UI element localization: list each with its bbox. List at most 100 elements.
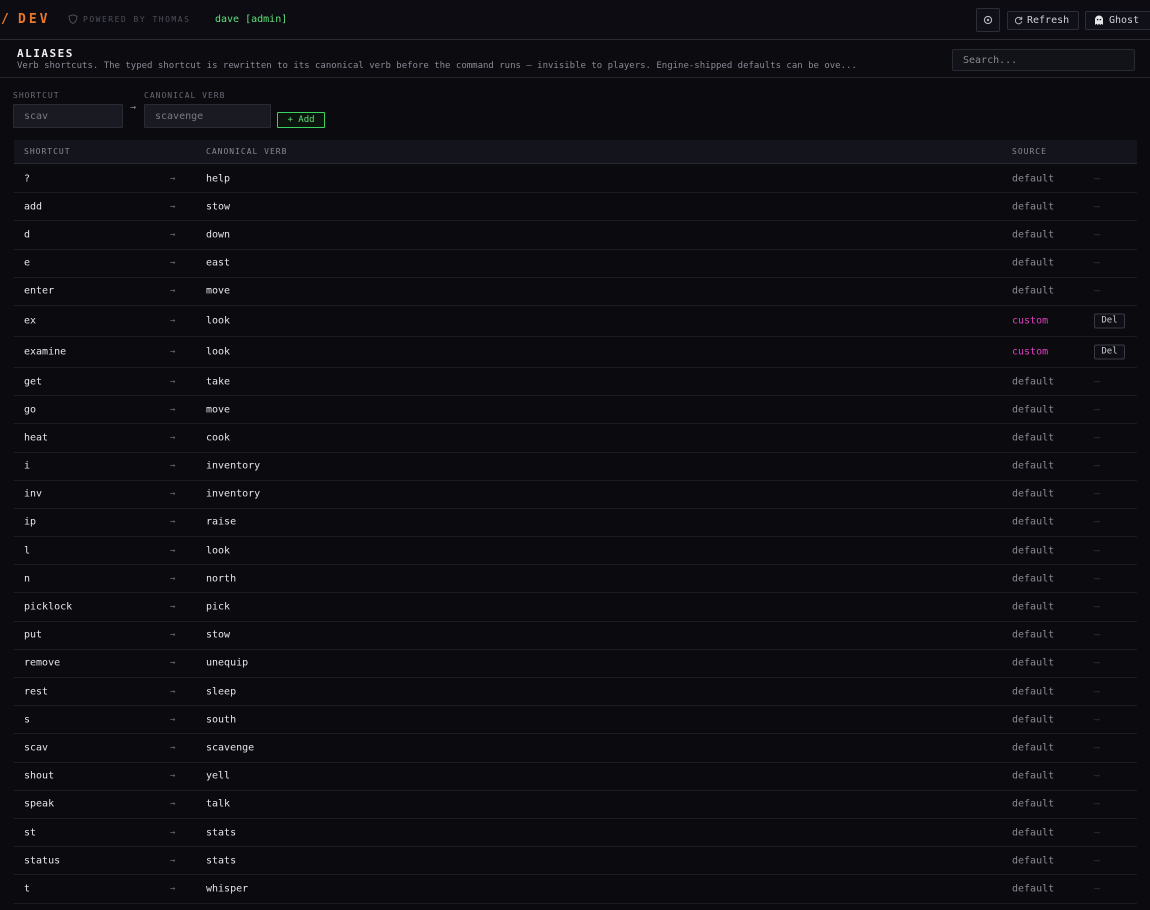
row-no-action: — xyxy=(1094,173,1101,185)
alias-table-body: ? → help default — add → stow default — d → down defa… xyxy=(14,165,1137,904)
row-verb: move xyxy=(206,404,231,416)
table-row: scav → scavenge default — xyxy=(14,734,1137,763)
row-verb: cook xyxy=(206,432,231,444)
row-source: default xyxy=(1012,460,1055,472)
row-shortcut: scav xyxy=(24,742,49,754)
current-user: dave [admin] xyxy=(215,14,288,25)
row-no-action: — xyxy=(1094,742,1101,754)
row-shortcut: st xyxy=(24,827,37,839)
row-shortcut: status xyxy=(24,855,61,867)
table-row: speak → talk default — xyxy=(14,791,1137,819)
row-verb: stow xyxy=(206,629,231,641)
row-verb: whisper xyxy=(206,883,249,895)
row-source: custom xyxy=(1012,346,1049,358)
row-verb: raise xyxy=(206,516,237,528)
row-no-action: — xyxy=(1094,629,1101,641)
row-shortcut: picklock xyxy=(24,601,73,613)
row-verb: move xyxy=(206,285,231,297)
refresh-label: Refresh xyxy=(1027,15,1070,26)
row-source: default xyxy=(1012,229,1055,241)
row-shortcut: speak xyxy=(24,798,55,810)
row-source: default xyxy=(1012,545,1055,557)
row-shortcut: ex xyxy=(24,315,37,327)
row-arrow-icon: → xyxy=(170,404,176,415)
column-verb: CANONICAL VERB xyxy=(206,147,288,156)
row-no-action: — xyxy=(1094,376,1101,388)
row-shortcut: heat xyxy=(24,432,49,444)
row-arrow-icon: → xyxy=(170,286,176,297)
table-header: SHORTCUT CANONICAL VERB SOURCE xyxy=(14,140,1137,164)
table-row: go → move default — xyxy=(14,396,1137,425)
row-verb: help xyxy=(206,173,231,185)
row-source: default xyxy=(1012,770,1055,782)
row-shortcut: t xyxy=(24,883,31,895)
table-row: rest → sleep default — xyxy=(14,678,1137,707)
row-verb: scavenge xyxy=(206,742,255,754)
row-verb: stats xyxy=(206,855,237,867)
table-row: ? → help default — xyxy=(14,165,1137,194)
row-arrow-icon: → xyxy=(170,461,176,472)
row-shortcut: l xyxy=(24,545,31,557)
row-arrow-icon: → xyxy=(170,714,176,725)
table-row: e → east default — xyxy=(14,250,1137,278)
row-arrow-icon: → xyxy=(170,686,176,697)
row-source: default xyxy=(1012,285,1055,297)
table-row: ip → raise default — xyxy=(14,509,1137,538)
table-row: n → north default — xyxy=(14,565,1137,594)
ghost-button[interactable]: Ghost xyxy=(1085,11,1150,30)
row-shortcut: rest xyxy=(24,686,49,698)
row-shortcut: remove xyxy=(24,657,61,669)
refresh-button[interactable]: Refresh xyxy=(1007,11,1079,30)
table-row: st → stats default — xyxy=(14,819,1137,848)
add-alias-button[interactable]: + Add xyxy=(277,112,325,128)
row-arrow-icon: → xyxy=(170,229,176,240)
row-source: default xyxy=(1012,488,1055,500)
search-input[interactable] xyxy=(952,49,1135,71)
settings-button[interactable] xyxy=(976,8,1000,32)
row-shortcut: e xyxy=(24,257,31,269)
verb-input[interactable] xyxy=(144,104,271,128)
row-source: default xyxy=(1012,601,1055,613)
shortcut-input[interactable] xyxy=(13,104,123,128)
row-arrow-icon: → xyxy=(170,799,176,810)
gear-icon xyxy=(983,15,993,25)
row-source: default xyxy=(1012,404,1055,416)
row-source: default xyxy=(1012,573,1055,585)
row-no-action: — xyxy=(1094,545,1101,557)
row-verb: look xyxy=(206,346,231,358)
row-no-action: — xyxy=(1094,229,1101,241)
page-header: ALIASES Verb shortcuts. The typed shortc… xyxy=(0,41,1150,78)
row-source: default xyxy=(1012,173,1055,185)
row-arrow-icon: → xyxy=(170,827,176,838)
row-no-action: — xyxy=(1094,601,1101,613)
row-arrow-icon: → xyxy=(170,742,176,753)
row-arrow-icon: → xyxy=(170,573,176,584)
row-no-action: — xyxy=(1094,573,1101,585)
row-source: default xyxy=(1012,883,1055,895)
brand-title: DEV xyxy=(18,12,51,27)
table-row: i → inventory default — xyxy=(14,453,1137,481)
row-verb: south xyxy=(206,714,237,726)
row-shortcut: s xyxy=(24,714,31,726)
row-arrow-icon: → xyxy=(170,771,176,782)
row-source: default xyxy=(1012,629,1055,641)
brand-mark: / xyxy=(1,12,9,27)
row-source: custom xyxy=(1012,315,1049,327)
delete-button[interactable]: Del xyxy=(1094,313,1125,329)
table-row: status → stats default — xyxy=(14,847,1137,876)
delete-button[interactable]: Del xyxy=(1094,344,1125,360)
verb-field-label: CANONICAL VERB xyxy=(144,91,226,100)
table-row: shout → yell default — xyxy=(14,763,1137,791)
row-shortcut: put xyxy=(24,629,43,641)
row-no-action: — xyxy=(1094,770,1101,782)
row-verb: talk xyxy=(206,798,231,810)
refresh-icon xyxy=(1014,16,1023,25)
shortcut-field-label: SHORTCUT xyxy=(13,91,60,100)
row-source: default xyxy=(1012,257,1055,269)
row-verb: sleep xyxy=(206,686,237,698)
row-verb: stats xyxy=(206,827,237,839)
table-row: examine → look custom Del xyxy=(14,337,1137,368)
ghost-label: Ghost xyxy=(1109,15,1140,26)
table-row: s → south default — xyxy=(14,706,1137,735)
row-arrow-icon: → xyxy=(170,883,176,894)
